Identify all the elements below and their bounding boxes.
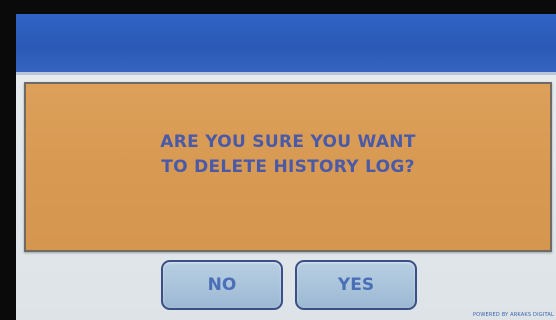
confirm-message-line-2: TO DELETE HISTORY LOG? xyxy=(161,157,415,177)
confirm-dialog: ARE YOU SURE YOU WANT TO DELETE HISTORY … xyxy=(24,82,552,252)
footer-credit: POWERED BY ARKAKS DIGITAL xyxy=(472,312,554,318)
no-button[interactable]: NO xyxy=(161,260,283,310)
yes-button[interactable]: YES xyxy=(295,260,417,310)
confirm-message-line-1: ARE YOU SURE YOU WANT xyxy=(160,132,416,152)
header-bar xyxy=(16,14,556,72)
confirm-message: ARE YOU SURE YOU WANT TO DELETE HISTORY … xyxy=(26,130,550,180)
touch-screen: ARE YOU SURE YOU WANT TO DELETE HISTORY … xyxy=(16,14,556,320)
